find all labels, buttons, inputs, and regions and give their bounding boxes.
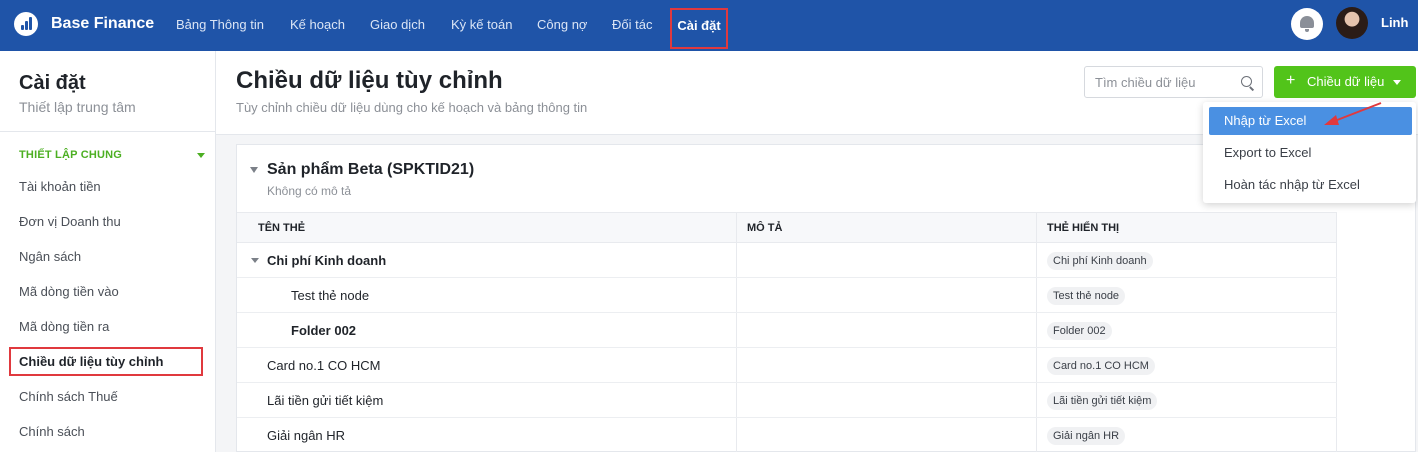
display-tag: Folder 002 (1047, 322, 1112, 340)
display-tag: Chi phí Kinh doanh (1047, 252, 1153, 270)
user-avatar[interactable] (1336, 7, 1368, 39)
bell-icon (1300, 16, 1314, 28)
nav-item-settings-highlight[interactable]: Cài đặt (670, 8, 728, 49)
row-name: Folder 002 (291, 323, 357, 338)
menu-item-label: Hoàn tác nhập từ Excel (1224, 177, 1360, 192)
table-row[interactable]: Giải ngân HR Giải ngân HR (237, 418, 1337, 452)
table-row[interactable]: Folder 002 Folder 002 (237, 313, 1337, 348)
row-name: Card no.1 CO HCM (267, 358, 381, 373)
user-name[interactable]: Linh (1381, 15, 1408, 30)
search-icon[interactable] (1241, 76, 1252, 87)
column-header-display: THẺ HIỂN THỊ (1047, 222, 1120, 234)
nav-item-partners[interactable]: Đối tác (612, 17, 652, 32)
search-placeholder[interactable]: Tìm chiều dữ liệu (1095, 75, 1195, 90)
dimension-description: Không có mô tả (267, 184, 352, 198)
display-tag: Card no.1 CO HCM (1047, 357, 1155, 375)
sidebar-subtitle: Thiết lập trung tâm (19, 99, 136, 115)
table-row[interactable]: Lãi tiền gửi tiết kiệm Lãi tiền gửi tiết… (237, 383, 1337, 418)
top-navigation-bar: Base Finance Bảng Thông tin Kế hoạch Gia… (0, 0, 1418, 51)
row-name: Test thẻ node (291, 288, 370, 303)
brand-logo-icon[interactable] (14, 12, 38, 36)
caret-down-icon[interactable] (1393, 80, 1401, 85)
page-subtitle: Tùy chỉnh chiều dữ liệu dùng cho kế hoạc… (236, 100, 588, 115)
row-name: Chi phí Kinh doanh (267, 253, 387, 268)
menu-item-label: Export to Excel (1224, 145, 1312, 160)
table-row[interactable]: Chi phí Kinh doanh Chi phí Kinh doanh (237, 243, 1337, 278)
nav-item-dashboard[interactable]: Bảng Thông tin (176, 17, 264, 32)
menu-item-undo-import[interactable]: Hoàn tác nhập từ Excel (1203, 171, 1416, 199)
column-header-name: TÊN THẺ (258, 222, 306, 234)
dimension-actions-dropdown: Nhập từ Excel Export to Excel Hoàn tác n… (1203, 102, 1416, 203)
sidebar-item-budget[interactable]: Ngân sách (19, 249, 81, 264)
page-title: Chiều dữ liệu tùy chỉnh (236, 67, 503, 94)
chevron-down-icon[interactable] (197, 153, 205, 158)
row-name: Lãi tiền gửi tiết kiệm (267, 393, 384, 408)
row-name: Giải ngân HR (267, 428, 346, 443)
sidebar-item-policy[interactable]: Chính sách (19, 424, 85, 439)
sidebar-item-cash-out-codes[interactable]: Mã dòng tiền ra (19, 319, 109, 334)
sidebar-item-custom-dimensions-highlight[interactable]: Chiều dữ liệu tùy chỉnh (9, 347, 203, 376)
display-tag: Test thẻ node (1047, 287, 1126, 305)
nav-item-debts[interactable]: Công nợ (537, 17, 587, 32)
display-tag: Lãi tiền gửi tiết kiệm (1047, 392, 1158, 410)
table-row[interactable]: Card no.1 CO HCM Card no.1 CO HCM (237, 348, 1337, 383)
menu-item-label: Nhập từ Excel (1224, 113, 1307, 128)
menu-item-export-excel[interactable]: Export to Excel (1203, 139, 1416, 167)
nav-item-plan[interactable]: Kế hoạch (290, 17, 345, 32)
nav-item-settings[interactable]: Cài đặt (672, 18, 726, 33)
brand-name[interactable]: Base Finance (51, 15, 154, 33)
nav-item-transactions[interactable]: Giao dịch (370, 17, 425, 32)
sidebar-title: Cài đặt (19, 72, 86, 94)
dimension-title: Sản phẩm Beta (SPKTID21) (267, 161, 475, 178)
nav-item-accounting-period[interactable]: Kỳ kế toán (451, 17, 512, 32)
add-dimension-label[interactable]: Chiều dữ liệu (1307, 74, 1384, 89)
sidebar-item-tax-policy[interactable]: Chính sách Thuế (19, 389, 118, 404)
column-header-description: MÔ TẢ (747, 222, 783, 234)
table-row[interactable]: Test thẻ node Test thẻ node (237, 278, 1337, 313)
add-dimension-button[interactable]: + Chiều dữ liệu (1274, 66, 1416, 98)
sidebar-divider (0, 131, 215, 132)
plus-icon: + (1286, 72, 1296, 89)
notification-button[interactable] (1291, 8, 1323, 40)
collapse-caret-icon[interactable] (251, 258, 259, 263)
collapse-caret-icon[interactable] (250, 167, 258, 173)
table-header: TÊN THẺ MÔ TẢ THẺ HIỂN THỊ (237, 212, 1337, 243)
settings-sidebar: Cài đặt Thiết lập trung tâm THIẾT LẬP CH… (0, 51, 216, 452)
sidebar-section-general[interactable]: THIẾT LẬP CHUNG (19, 149, 122, 161)
search-input[interactable]: Tìm chiều dữ liệu (1084, 66, 1263, 98)
sidebar-item-custom-dimensions[interactable]: Chiều dữ liệu tùy chỉnh (19, 354, 163, 369)
sidebar-item-cash-in-codes[interactable]: Mã dòng tiền vào (19, 284, 119, 299)
menu-item-import-excel[interactable]: Nhập từ Excel (1209, 107, 1412, 135)
sidebar-item-cash-accounts[interactable]: Tài khoản tiền (19, 179, 101, 194)
display-tag: Giải ngân HR (1047, 427, 1126, 445)
sidebar-item-revenue-units[interactable]: Đơn vị Doanh thu (19, 214, 121, 229)
